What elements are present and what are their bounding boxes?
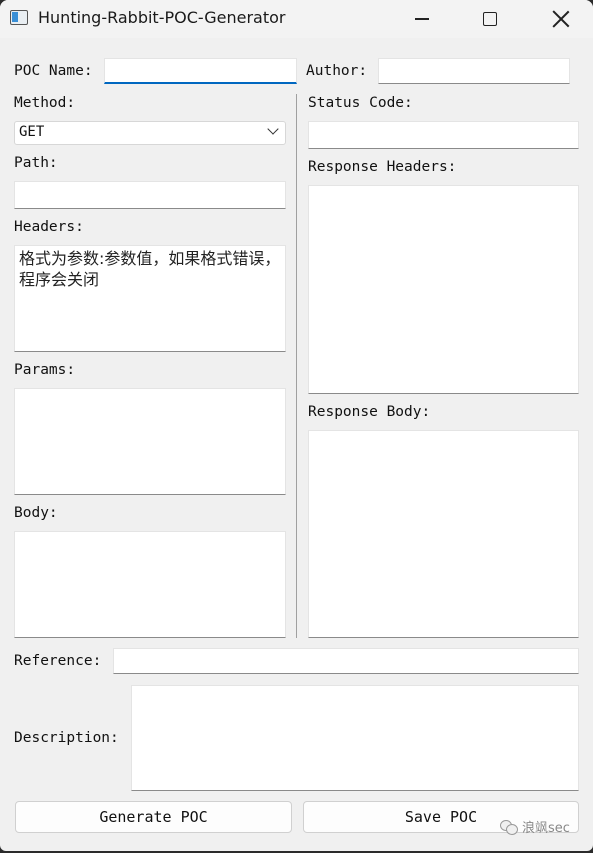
app-window: Hunting-Rabbit-POC-Generator POC Name: A… — [0, 0, 593, 851]
body-label: Body: — [14, 505, 58, 521]
close-icon — [552, 10, 570, 28]
column-divider — [296, 94, 297, 638]
response-body-textarea[interactable] — [308, 430, 579, 638]
reference-input[interactable] — [113, 648, 579, 674]
chevron-down-icon — [267, 123, 279, 135]
status-code-input[interactable] — [308, 121, 579, 149]
title-bar: Hunting-Rabbit-POC-Generator — [0, 0, 593, 38]
method-label: Method: — [14, 95, 76, 111]
path-label: Path: — [14, 155, 58, 171]
description-label: Description: — [14, 730, 119, 746]
status-code-label: Status Code: — [308, 95, 413, 111]
author-input[interactable] — [378, 58, 570, 84]
response-body-label: Response Body: — [308, 404, 431, 420]
method-select[interactable]: GET — [14, 121, 286, 145]
watermark-text: 浪飒sec — [522, 821, 570, 836]
poc-name-input[interactable] — [104, 58, 297, 84]
headers-label: Headers: — [14, 219, 84, 235]
headers-textarea[interactable]: 格式为参数:参数值，如果格式错误，程序会关闭 — [14, 245, 286, 352]
wechat-icon — [500, 819, 518, 835]
body-textarea[interactable] — [14, 531, 286, 638]
maximize-icon — [483, 12, 497, 26]
response-headers-textarea[interactable] — [308, 185, 579, 394]
description-textarea[interactable] — [131, 685, 579, 791]
reference-label: Reference: — [14, 653, 102, 669]
watermark: 浪飒sec — [500, 817, 570, 836]
params-textarea[interactable] — [14, 388, 286, 495]
response-headers-label: Response Headers: — [308, 159, 457, 175]
method-value: GET — [19, 124, 45, 140]
minimize-icon — [415, 18, 429, 20]
poc-name-label: POC Name: — [14, 63, 93, 79]
author-label: Author: — [306, 63, 368, 79]
params-label: Params: — [14, 362, 76, 378]
generate-poc-button[interactable]: Generate POC — [15, 801, 292, 833]
path-input[interactable] — [14, 181, 286, 209]
close-button[interactable] — [538, 0, 584, 38]
app-icon — [10, 10, 28, 25]
minimize-button[interactable] — [399, 0, 445, 38]
window-title: Hunting-Rabbit-POC-Generator — [38, 8, 286, 27]
maximize-button[interactable] — [467, 0, 513, 38]
